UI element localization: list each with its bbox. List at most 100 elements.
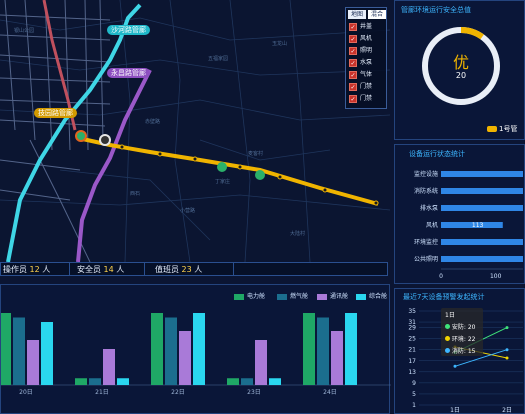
x-tick-label: 23日 [247, 389, 261, 396]
x-tick-label: 22日 [171, 389, 185, 396]
y-tick-label: 9 [412, 380, 416, 387]
map-label: 丁家庄 [215, 179, 231, 185]
checkbox-icon[interactable]: ✓ [349, 58, 357, 67]
grade-text: 优 [452, 53, 469, 72]
energy-bar-chart: 20日 21日 22日 23日 24日 [1, 313, 391, 396]
energy-bar-panel: 电力舱 燃气舱 通讯舱 综合舱 20日 21日 22日 23日 24日 [0, 284, 391, 414]
bar-category-label: 排水泵 [420, 204, 438, 212]
x-tick-label: 24日 [323, 389, 337, 396]
checkbox-icon[interactable]: ✓ [349, 34, 357, 43]
energy-bar [89, 378, 101, 385]
layer-toggle[interactable]: ✓ 照明 [349, 46, 372, 56]
y-tick-label: 21 [408, 347, 416, 354]
map-panel[interactable]: 银山公园 五福家园 玉龙山 赤壁路 麦客村 丁家庄 小营路 大陆村 西石 沙河路… [0, 0, 390, 276]
equipment-bar [441, 205, 523, 211]
y-tick-label: 5 [412, 391, 416, 398]
x-tick-label: 20日 [19, 389, 33, 396]
energy-bar [103, 349, 115, 385]
duty-staff-count: 值班员 23 人 [155, 265, 203, 274]
y-tick-label: 35 [408, 308, 416, 315]
bar-category-label: 公共照明 [414, 255, 438, 263]
x-tick-label: 1日 [450, 407, 460, 414]
y-tick-label: 1 [412, 402, 416, 409]
bar-category-label: 消防系统 [414, 187, 438, 195]
layer-toggle[interactable]: ✓ 气体 [349, 70, 372, 80]
energy-bar [303, 313, 315, 385]
energy-bar [241, 378, 253, 385]
map-label: 西石 [130, 191, 141, 197]
energy-bar [345, 313, 357, 385]
legend-swatch [487, 126, 497, 132]
energy-bar [117, 378, 129, 385]
environment-safety-panel: 管廊环境运行安全总值 优 20 1号管 [394, 0, 525, 140]
series-point [505, 356, 509, 360]
energy-bar [151, 313, 163, 385]
bar-category-label: 监控设施 [414, 170, 438, 178]
equipment-bar [441, 171, 523, 177]
energy-bar [75, 378, 87, 385]
energy-bar [317, 317, 329, 385]
operators-count: 操作员 12 人 [3, 265, 51, 274]
y-tick-label: 17 [408, 358, 416, 365]
map-label: 玉龙山 [272, 41, 288, 47]
bar-category-label: 环境监控 [414, 238, 438, 246]
layer-toggle[interactable]: ✓ 水泵 [349, 58, 372, 68]
layer-toggle[interactable]: ✓ 门禁 [349, 94, 372, 104]
series-point [505, 348, 509, 352]
staff-summary-bar: 操作员 12 人 安全员 14 人 值班员 23 人 [0, 262, 388, 276]
road-tag-yongchang[interactable]: 永昌路管廊 [107, 68, 150, 78]
energy-bar [1, 313, 11, 385]
energy-bar [331, 331, 343, 385]
y-tick-label: 13 [408, 369, 416, 376]
layer-toggle[interactable]: ✓ 风机 [349, 34, 372, 44]
map-layer-legend[interactable]: 地图 混合 ✓ 井盖 ✓ 风机 ✓ 照明 ✓ 水泵 ✓ 气体 ✓ 门禁 ✓ 门禁 [345, 7, 387, 109]
checkbox-icon[interactable]: ✓ [349, 70, 357, 79]
bar-category-label: 风机 [426, 221, 438, 229]
layer-toggle[interactable]: ✓ 井盖 [349, 22, 372, 32]
map-label: 五福家园 [208, 56, 229, 62]
tab-map[interactable]: 地图 [348, 10, 366, 19]
layer-toggle[interactable]: ✓ 门禁 [349, 82, 372, 92]
tab-satellite[interactable]: 混合 [368, 10, 386, 19]
y-tick-label: 31 [408, 319, 416, 326]
x-tick-label: 21日 [95, 389, 109, 396]
equipment-bar [441, 188, 523, 194]
energy-bar [269, 378, 281, 385]
energy-bar [255, 340, 267, 385]
energy-bar [227, 378, 239, 385]
road-tag-jiazhuang[interactable]: 技园路管廊 [34, 108, 77, 118]
bar-data-label: 113 [472, 222, 484, 229]
energy-bar [27, 340, 39, 385]
energy-bar [13, 317, 25, 385]
energy-bar [41, 322, 53, 385]
map-label: 大陆村 [290, 231, 306, 237]
x-tick-label: 0 [439, 273, 443, 280]
map-label: 麦客村 [248, 151, 264, 157]
series-point [505, 326, 509, 330]
energy-bar [193, 313, 205, 385]
map-label: 赤壁路 [145, 119, 161, 125]
energy-bar [179, 331, 191, 385]
map-label: 小营路 [180, 208, 196, 214]
checkbox-icon[interactable]: ✓ [349, 22, 357, 31]
inspection-panel: 最近7天设备预警发起统计 1 5 9 13 17 21 25 29 31 35 1日 2日 1日 安防… [394, 288, 525, 414]
x-tick-label: 100 [490, 273, 502, 280]
checkbox-icon[interactable]: ✓ [349, 94, 357, 103]
x-tick-label: 2日 [502, 407, 512, 414]
dashboard: 银山公园 五福家园 玉龙山 赤壁路 麦客村 丁家庄 小营路 大陆村 西石 沙河路… [0, 0, 525, 414]
map-label: 银山公园 [14, 28, 35, 34]
grade-score: 20 [455, 71, 467, 80]
road-tag-shajiang[interactable]: 沙河路管廊 [107, 25, 150, 35]
equipment-bar-chart: 监控设施消防系统排水泵风机 113 环境监控公共照明 0 100 [414, 170, 523, 280]
equipment-bar [441, 256, 523, 262]
checkbox-icon[interactable]: ✓ [349, 46, 357, 55]
safety-officers-count: 安全员 14 人 [77, 265, 125, 274]
y-tick-label: 25 [408, 336, 416, 343]
series-point [453, 364, 457, 368]
checkbox-icon[interactable]: ✓ [349, 82, 357, 91]
gauge-legend[interactable]: 1号管 [487, 124, 517, 134]
chart-tooltip: 1日 安防: 20 环境: 22 消防: 15 [441, 308, 483, 356]
energy-bar [165, 317, 177, 385]
map-canvas[interactable] [0, 0, 390, 262]
equipment-bar [441, 239, 523, 245]
